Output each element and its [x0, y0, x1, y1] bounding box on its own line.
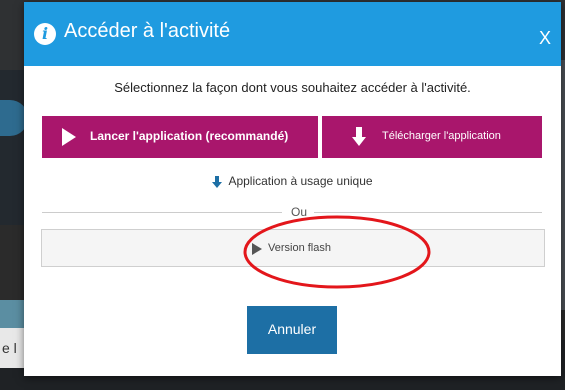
divider	[314, 212, 542, 213]
flash-version-label: Version flash	[268, 242, 331, 254]
single-use-app-label: Application à usage unique	[228, 174, 373, 188]
dialog-header: i Accéder à l'activité X	[24, 2, 561, 66]
launch-app-button[interactable]: Lancer l'application (recommandé)	[42, 116, 318, 158]
cancel-label: Annuler	[267, 321, 317, 337]
access-activity-dialog: i Accéder à l'activité X Sélectionnez la…	[24, 2, 561, 376]
cancel-button[interactable]: Annuler	[247, 306, 337, 354]
or-separator: Ou	[290, 205, 307, 219]
dialog-prompt: Sélectionnez la façon dont vous souhaite…	[114, 80, 471, 95]
dialog-title: Accéder à l'activité	[64, 20, 231, 42]
play-icon	[62, 128, 76, 146]
download-arrow-icon	[212, 175, 223, 188]
background-text: e l	[2, 340, 17, 356]
single-use-app-link[interactable]: Application à usage unique	[24, 174, 561, 188]
close-button[interactable]: X	[539, 28, 551, 49]
divider	[42, 212, 282, 213]
info-icon: i	[34, 23, 56, 45]
download-arrow-icon	[352, 127, 366, 146]
play-icon	[252, 243, 262, 255]
flash-version-button[interactable]: Version flash	[41, 229, 545, 267]
download-app-label: Télécharger l'application	[382, 130, 501, 142]
launch-app-label: Lancer l'application (recommandé)	[90, 129, 289, 143]
download-app-button[interactable]: Télécharger l'application	[322, 116, 542, 158]
